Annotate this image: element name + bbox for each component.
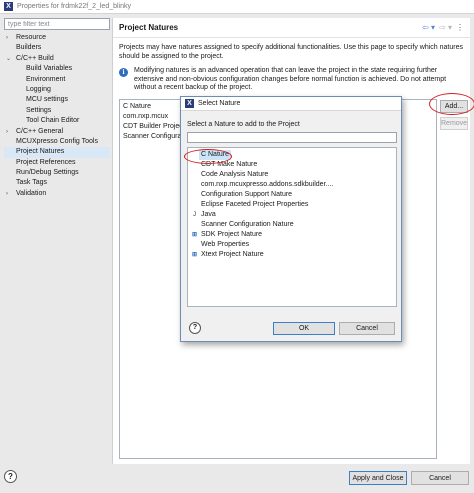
tree-item[interactable]: Environment xyxy=(4,75,110,85)
tree-item-label: Validation xyxy=(16,189,47,197)
nature-option[interactable]: ⊞ SDK Project Nature xyxy=(190,230,394,240)
tree-item-label: C/C++ Build xyxy=(16,54,54,62)
tree-item-label: Build Variables xyxy=(26,65,73,73)
nature-option-label: Scanner Configuration Nature xyxy=(201,221,294,228)
nature-option[interactable]: Eclipse Faceted Project Properties xyxy=(190,200,394,210)
expand-down-icon[interactable]: ⌄ xyxy=(6,54,11,64)
tree-item[interactable]: Logging xyxy=(4,85,110,95)
help-icon[interactable]: ? xyxy=(4,470,17,483)
nature-option[interactable]: Code Analysis Nature xyxy=(190,170,394,180)
tree-item[interactable]: Settings xyxy=(4,106,110,116)
properties-tree: › Resource Builders ⌄ C/C++ Build Build Varia… xyxy=(4,33,110,199)
eclipse-icon: X xyxy=(185,99,194,108)
tree-item-label: Builders xyxy=(16,44,42,52)
dialog-titlebar: X Select Nature xyxy=(181,97,401,111)
nature-option[interactable]: ⊞ Xtext Project Nature xyxy=(190,250,394,260)
nature-option-label: Code Analysis Nature xyxy=(201,171,269,178)
tree-item[interactable]: Tool Chain Editor xyxy=(4,116,110,126)
nature-option[interactable]: Scanner Configuration Nature xyxy=(190,220,394,230)
tree-item-label: Task Tags xyxy=(16,179,47,187)
select-nature-dialog: X Select Nature Select a Nature to add t… xyxy=(180,96,402,342)
tree-item-label: Tool Chain Editor xyxy=(26,117,80,125)
nature-option-label: com.nxp.mcuxpresso.addons.sdkbuilder.... xyxy=(201,181,334,188)
tree-item-label: Settings xyxy=(26,106,52,114)
tree-filter-input[interactable] xyxy=(4,18,110,30)
nature-option[interactable]: Web Properties xyxy=(190,240,394,250)
page-title: Project Natures xyxy=(119,23,179,32)
nature-option-label: SDK Project Nature xyxy=(201,231,263,238)
nav-icons: ⇦ ▾ ⇨ ▾ ⋮ xyxy=(422,23,464,32)
tree-item-label: Logging xyxy=(26,85,51,93)
dialog-cancel-button[interactable]: Cancel xyxy=(339,322,395,335)
page-header: Project Natures ⇦ ▾ ⇨ ▾ ⋮ xyxy=(113,18,470,38)
view-menu-icon[interactable]: ⋮ xyxy=(456,23,464,32)
info-icon: i xyxy=(119,68,128,77)
plugin-icon: ⊞ xyxy=(191,252,198,258)
tree-item[interactable]: Task Tags xyxy=(4,178,110,188)
forward-arrow-icon[interactable]: ⇨ ▾ xyxy=(439,23,452,32)
tree-item-label: MCUXpresso Config Tools xyxy=(16,137,98,145)
expand-right-icon[interactable]: › xyxy=(6,127,8,137)
plugin-icon: ⊞ xyxy=(191,232,198,238)
tree-item[interactable]: Build Variables xyxy=(4,64,110,74)
nature-option-label: Web Properties xyxy=(201,241,250,248)
tree-item-label: Environment xyxy=(26,75,66,83)
dialog-prompt: Select a Nature to add to the Project xyxy=(187,121,300,128)
nature-option[interactable]: com.nxp.mcuxpresso.addons.sdkbuilder.... xyxy=(190,180,394,190)
nature-option[interactable]: J Java xyxy=(190,210,394,220)
tree-item[interactable]: Run/Debug Settings xyxy=(4,168,110,178)
nature-option-label: Configuration Support Nature xyxy=(201,191,293,198)
warning-text: Modifying natures is an advanced operati… xyxy=(134,67,447,92)
dialog-help-icon[interactable]: ? xyxy=(189,322,201,334)
tree-item-label: Resource xyxy=(16,34,46,41)
tree-item[interactable]: › Validation xyxy=(4,189,110,199)
dialog-title: Select Nature xyxy=(198,100,241,107)
tree-item[interactable]: › C/C++ General xyxy=(4,127,110,137)
tree-item-label: Project References xyxy=(16,158,76,166)
window-titlebar: X Properties for frdmk22f_2_led_blinky xyxy=(0,0,474,14)
back-arrow-icon[interactable]: ⇦ ▾ xyxy=(422,23,435,32)
nature-option-label: Eclipse Faceted Project Properties xyxy=(201,201,309,208)
nature-option[interactable]: Configuration Support Nature xyxy=(190,190,394,200)
add-button[interactable]: Add... xyxy=(440,100,468,113)
expand-right-icon[interactable]: › xyxy=(6,33,8,43)
tree-item[interactable]: MCU settings xyxy=(4,95,110,105)
tree-item[interactable]: MCUXpresso Config Tools xyxy=(4,137,110,147)
tree-item[interactable]: Project References xyxy=(4,158,110,168)
left-panel: › Resource Builders ⌄ C/C++ Build Build Varia… xyxy=(4,18,110,464)
nature-option-label: Xtext Project Nature xyxy=(201,251,264,258)
nature-option-label: Java xyxy=(201,211,216,218)
page-description: Projects may have natures assigned to sp… xyxy=(119,44,463,60)
nature-option-label: C Nature xyxy=(199,150,232,160)
expand-right-icon[interactable]: › xyxy=(6,189,8,199)
nature-option[interactable]: C Nature xyxy=(190,150,394,160)
window-title: Properties for frdmk22f_2_led_blinky xyxy=(17,3,132,10)
remove-button[interactable]: Remove xyxy=(440,117,468,130)
ok-button[interactable]: OK xyxy=(273,322,335,335)
tree-item[interactable]: › Resource xyxy=(4,33,110,43)
nature-option-label: CDT Make Nature xyxy=(201,161,258,168)
tree-item-label: Project Natures xyxy=(16,148,65,156)
tree-item[interactable]: ⌄ C/C++ Build xyxy=(4,54,110,64)
cancel-button[interactable]: Cancel xyxy=(411,471,469,485)
tree-item[interactable]: Project Natures xyxy=(4,147,110,158)
dialog-filter-input[interactable] xyxy=(187,132,397,143)
nature-list[interactable]: C Nature CDT Make Nature Code Analysis Nat… xyxy=(187,147,397,307)
tree-item[interactable]: Builders xyxy=(4,43,110,53)
tree-item-label: MCU settings xyxy=(26,96,69,104)
tree-item-label: Run/Debug Settings xyxy=(16,169,79,177)
tree-item-label: C/C++ General xyxy=(16,127,64,135)
java-icon: J xyxy=(193,212,196,218)
warning-message: i Modifying natures is an advanced opera… xyxy=(113,61,470,93)
eclipse-icon: X xyxy=(4,2,13,11)
apply-and-close-button[interactable]: Apply and Close xyxy=(349,471,407,485)
nature-option[interactable]: CDT Make Nature xyxy=(190,160,394,170)
